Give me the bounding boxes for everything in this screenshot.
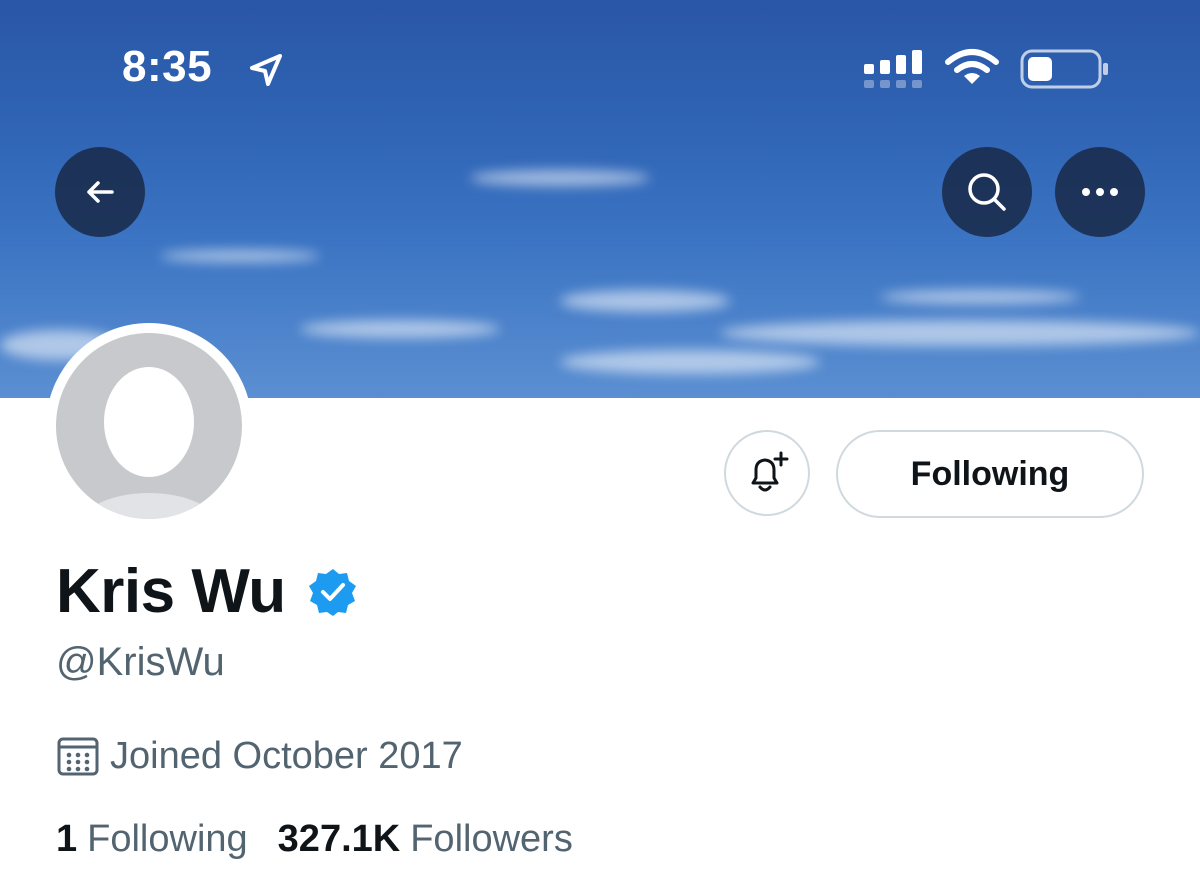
joined-date-text: Joined October 2017 <box>110 734 463 777</box>
search-button[interactable] <box>942 147 1032 237</box>
banner-cloud <box>560 350 820 374</box>
banner-cloud <box>160 250 320 262</box>
profile-screen: 8:35 Following Kris Wu @KrisWu Joined Oc… <box>0 0 1200 892</box>
location-arrow-icon <box>250 54 282 86</box>
arrow-left-icon <box>87 181 114 203</box>
avatar-body-shape <box>74 493 224 519</box>
calendar-icon <box>57 737 99 776</box>
followers-count-link[interactable]: 327.1K Followers <box>278 818 573 861</box>
more-horizontal-icon <box>1082 188 1118 196</box>
joined-date-row: Joined October 2017 <box>56 734 463 778</box>
avatar[interactable] <box>46 323 252 529</box>
name-row: Kris Wu <box>56 556 358 627</box>
verified-badge-icon[interactable] <box>308 567 358 617</box>
followers-label: Followers <box>410 818 573 860</box>
status-time: 8:35 <box>122 42 213 91</box>
back-button[interactable] <box>55 147 145 237</box>
more-button[interactable] <box>1055 147 1145 237</box>
banner-cloud <box>560 290 730 312</box>
avatar-head-shape <box>104 367 194 477</box>
following-label: Following <box>87 818 248 860</box>
followers-count: 327.1K <box>277 818 401 860</box>
following-button[interactable]: Following <box>836 430 1144 518</box>
banner-cloud <box>470 170 650 186</box>
following-count-link[interactable]: 1 Following <box>56 818 248 861</box>
follow-counts-row: 1 Following 327.1K Followers <box>56 818 573 861</box>
banner-cloud <box>880 290 1080 304</box>
battery-icon <box>1020 49 1108 89</box>
display-name: Kris Wu <box>56 557 286 626</box>
search-icon <box>968 173 1006 211</box>
cellular-signal-icon <box>864 50 922 88</box>
user-handle: @KrisWu <box>56 640 225 684</box>
default-avatar-image <box>56 333 242 519</box>
banner-cloud <box>720 320 1200 346</box>
wifi-icon <box>945 49 999 84</box>
bell-plus-icon <box>751 451 789 492</box>
following-count: 1 <box>56 818 78 860</box>
banner-cloud <box>300 320 500 338</box>
notifications-button[interactable] <box>724 430 810 516</box>
